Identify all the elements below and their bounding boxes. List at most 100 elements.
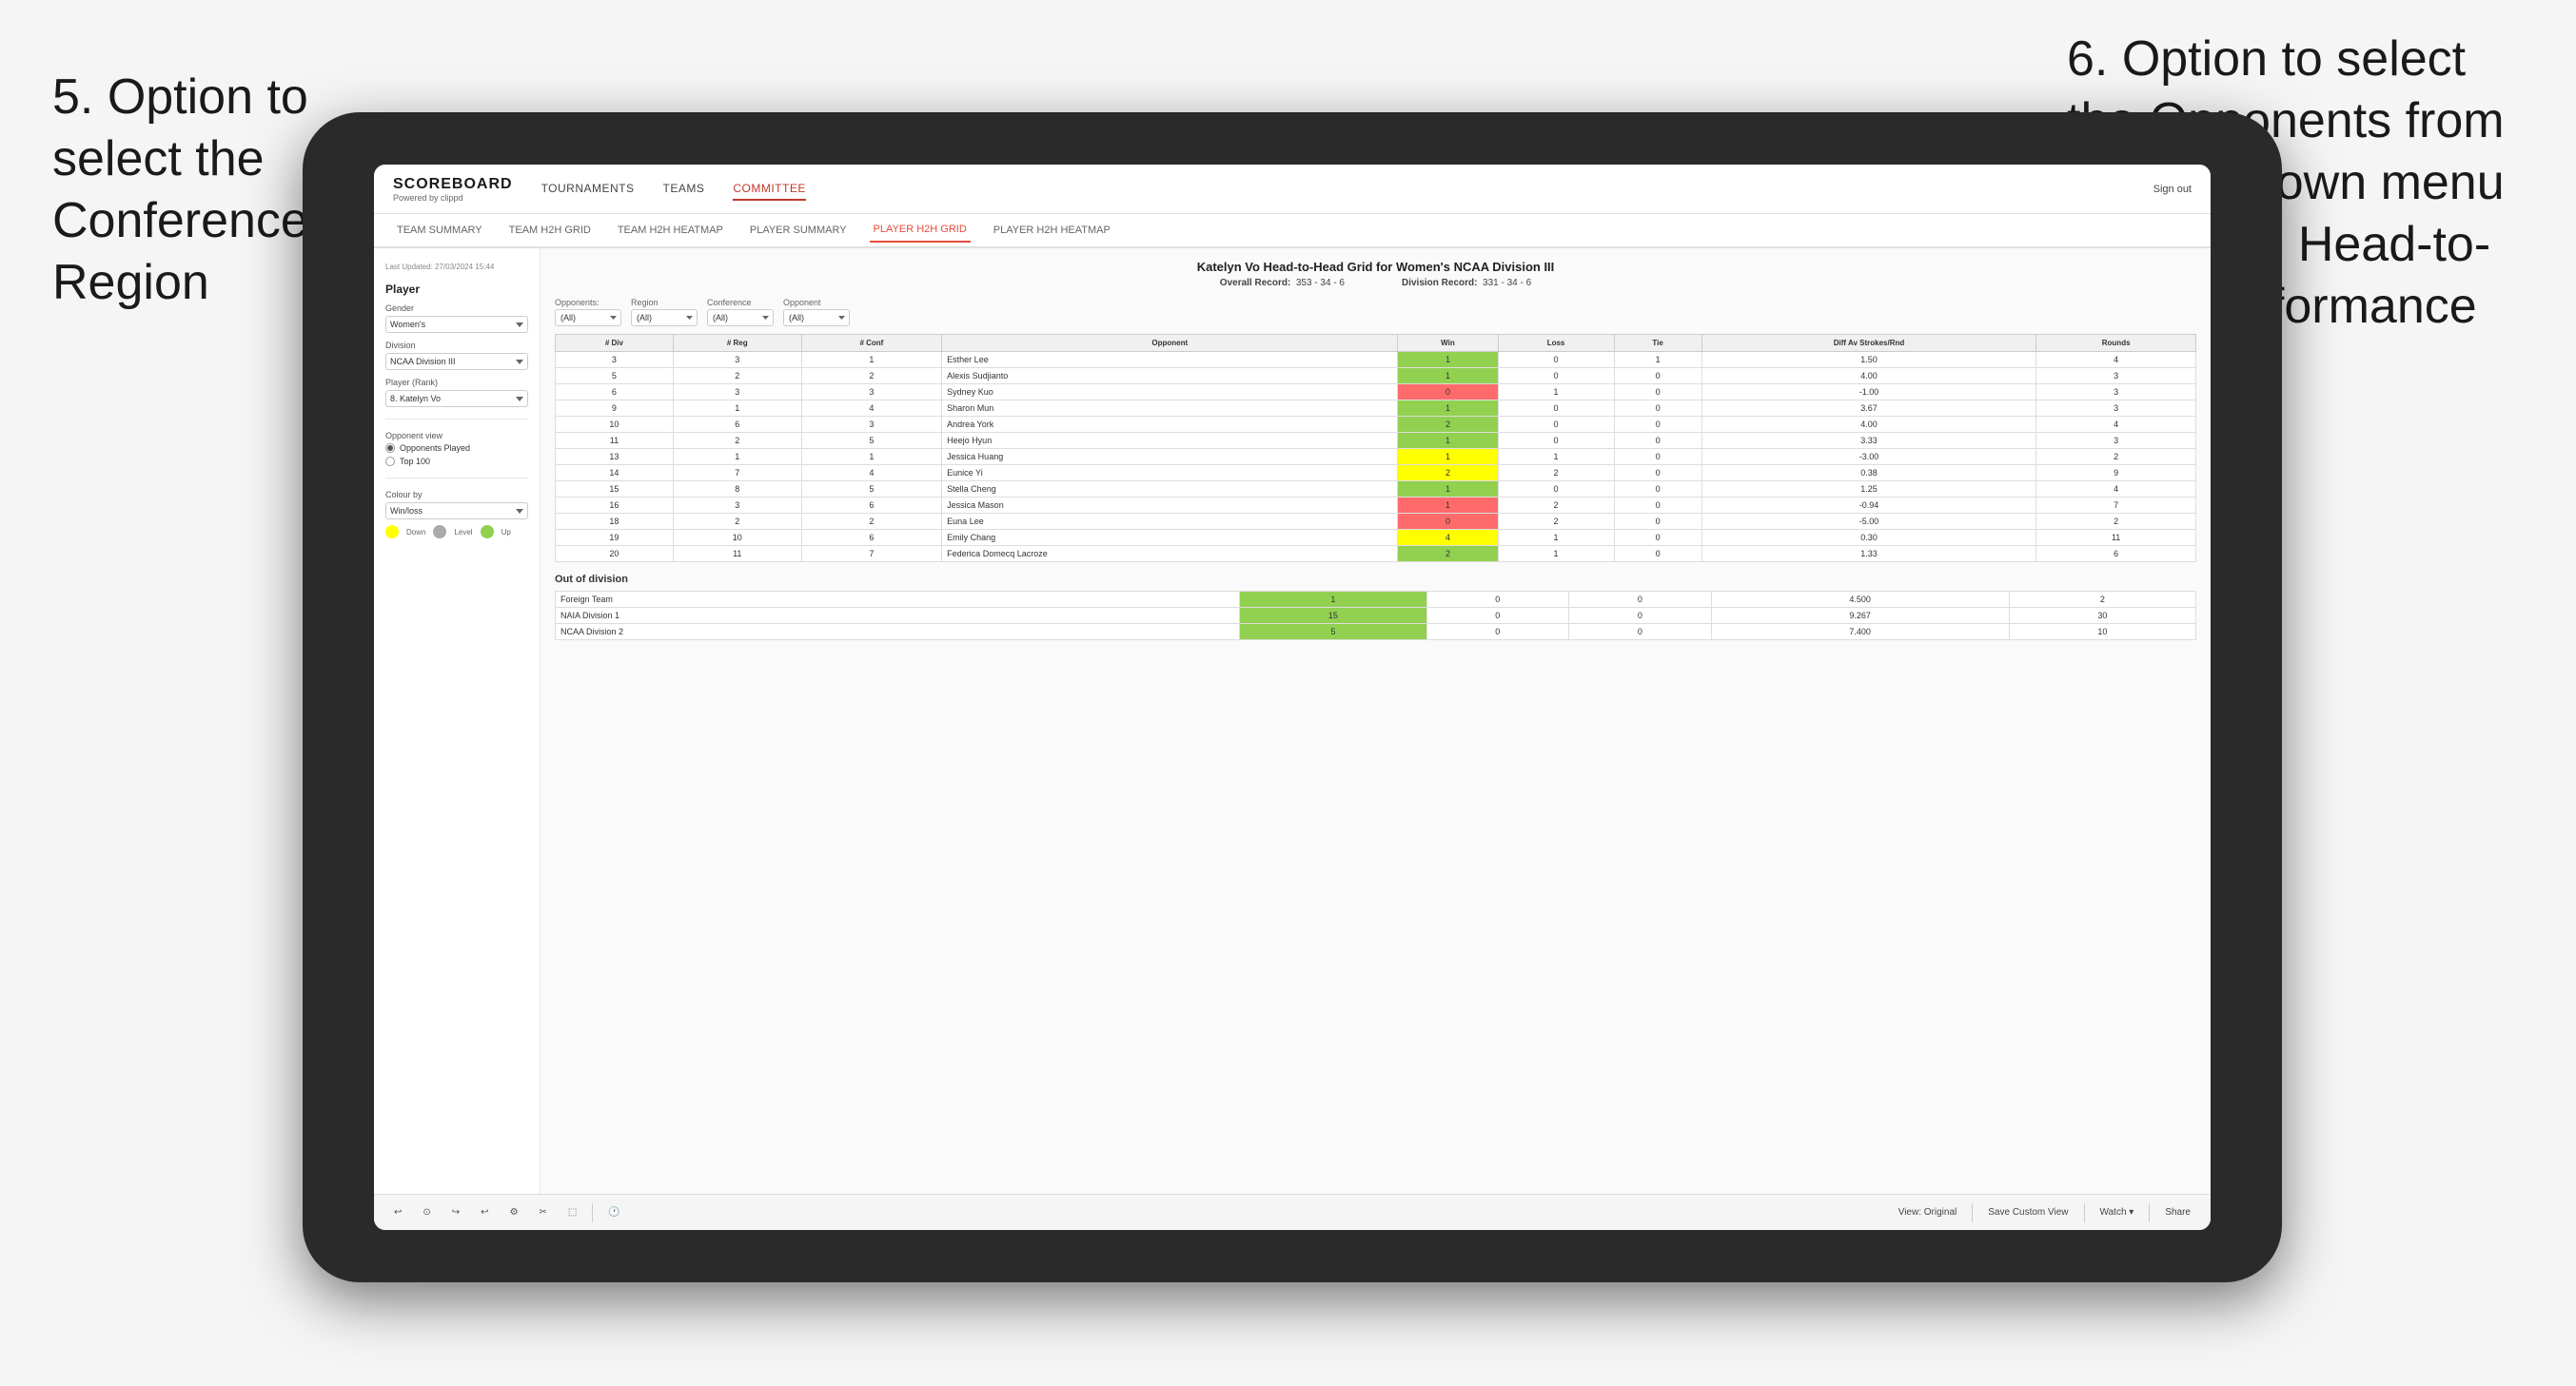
ood-loss: 0 <box>1426 592 1569 608</box>
cell-tie: 0 <box>1614 449 1701 465</box>
cell-div: 18 <box>556 514 674 530</box>
cell-name: Euna Lee <box>942 514 1398 530</box>
toolbar-view-original[interactable]: View: Original <box>1893 1204 1963 1220</box>
cell-win: 1 <box>1398 400 1498 417</box>
cell-diff: 4.00 <box>1701 368 2036 384</box>
cell-loss: 0 <box>1498 352 1614 368</box>
toolbar-undo[interactable]: ↩ <box>388 1204 407 1220</box>
cell-div: 10 <box>556 417 674 433</box>
col-tie: Tie <box>1614 335 1701 352</box>
toolbar-copy[interactable]: ⬚ <box>562 1204 582 1220</box>
toolbar-timer[interactable]: 🕐 <box>602 1204 625 1220</box>
cell-win: 4 <box>1398 530 1498 546</box>
subnav-team-summary[interactable]: TEAM SUMMARY <box>393 219 486 242</box>
toolbar-settings[interactable]: ⚙ <box>504 1204 524 1220</box>
colour-by-select[interactable]: Win/loss <box>385 502 528 519</box>
subnav-player-h2h-grid[interactable]: PLAYER H2H GRID <box>870 218 971 243</box>
top-nav: SCOREBOARD Powered by clippd TOURNAMENTS… <box>374 165 2211 214</box>
cell-div: 3 <box>556 352 674 368</box>
cell-loss: 1 <box>1498 449 1614 465</box>
main-content: Last Updated: 27/03/2024 15:44 Player Ge… <box>374 248 2211 1194</box>
cell-reg: 11 <box>673 546 801 562</box>
cell-rounds: 3 <box>2036 433 2196 449</box>
cell-win: 1 <box>1398 449 1498 465</box>
table-row: 14 7 4 Eunice Yi 2 2 0 0.38 9 <box>556 465 2196 481</box>
top100-radio[interactable] <box>385 457 395 466</box>
nav-sign-out[interactable]: Sign out <box>2153 184 2192 195</box>
top100-label: Top 100 <box>400 457 430 466</box>
cell-rounds: 3 <box>2036 384 2196 400</box>
table-row: 18 2 2 Euna Lee 0 2 0 -5.00 2 <box>556 514 2196 530</box>
cell-tie: 0 <box>1614 530 1701 546</box>
cell-rounds: 11 <box>2036 530 2196 546</box>
table-row: 19 10 6 Emily Chang 4 1 0 0.30 11 <box>556 530 2196 546</box>
cell-loss: 0 <box>1498 417 1614 433</box>
logo-text: SCOREBOARD <box>393 176 513 193</box>
cell-div: 20 <box>556 546 674 562</box>
toolbar-reset[interactable]: ↩ <box>475 1204 494 1220</box>
ood-rounds: 30 <box>2009 608 2195 624</box>
toolbar-cut[interactable]: ✂ <box>534 1204 553 1220</box>
cell-win: 1 <box>1398 352 1498 368</box>
toolbar-share[interactable]: Share <box>2159 1204 2196 1220</box>
main-data-table: # Div # Reg # Conf Opponent Win Loss Tie… <box>555 334 2196 562</box>
opponent-view-label: Opponent view <box>385 431 528 440</box>
cell-tie: 0 <box>1614 546 1701 562</box>
ood-tie: 0 <box>1569 624 1712 640</box>
ood-rounds: 2 <box>2009 592 2195 608</box>
cell-conf: 5 <box>801 433 942 449</box>
division-select[interactable]: NCAA Division III <box>385 353 528 370</box>
toolbar-redo[interactable]: ↪ <box>446 1204 465 1220</box>
cell-rounds: 3 <box>2036 368 2196 384</box>
cell-win: 0 <box>1398 384 1498 400</box>
region-select[interactable]: (All) <box>631 309 698 326</box>
colour-level-label: Level <box>454 528 472 537</box>
nav-committee[interactable]: COMMITTEE <box>733 178 806 201</box>
toolbar-separator1[interactable]: ⊙ <box>417 1204 436 1220</box>
subnav-team-h2h-heatmap[interactable]: TEAM H2H HEATMAP <box>614 219 727 242</box>
col-conf: # Conf <box>801 335 942 352</box>
cell-tie: 0 <box>1614 400 1701 417</box>
opponents-select[interactable]: (All) <box>555 309 621 326</box>
cell-name: Stella Cheng <box>942 481 1398 498</box>
opponent-played-option[interactable]: Opponents Played <box>385 443 528 453</box>
tablet-device: SCOREBOARD Powered by clippd TOURNAMENTS… <box>303 112 2282 1282</box>
cell-rounds: 9 <box>2036 465 2196 481</box>
cell-rounds: 2 <box>2036 449 2196 465</box>
player-rank-select[interactable]: 8. Katelyn Vo <box>385 390 528 407</box>
conference-filter-group: Conference (All) <box>707 298 774 326</box>
conference-filter-label: Conference <box>707 298 774 307</box>
subnav-player-summary[interactable]: PLAYER SUMMARY <box>746 219 851 242</box>
cell-win: 2 <box>1398 465 1498 481</box>
top100-option[interactable]: Top 100 <box>385 457 528 466</box>
cell-div: 6 <box>556 384 674 400</box>
cell-tie: 0 <box>1614 368 1701 384</box>
cell-name: Sharon Mun <box>942 400 1398 417</box>
subnav-player-h2h-heatmap[interactable]: PLAYER H2H HEATMAP <box>990 219 1114 242</box>
cell-win: 0 <box>1398 514 1498 530</box>
cell-loss: 1 <box>1498 530 1614 546</box>
sidebar-player-title: Player <box>385 283 528 296</box>
subnav-team-h2h-grid[interactable]: TEAM H2H GRID <box>505 219 595 242</box>
ood-win: 5 <box>1240 624 1426 640</box>
cell-conf: 4 <box>801 400 942 417</box>
region-filter-label: Region <box>631 298 698 307</box>
cell-div: 5 <box>556 368 674 384</box>
out-of-division-table: Foreign Team 1 0 0 4.500 2 NAIA Division… <box>555 591 2196 640</box>
cell-conf: 6 <box>801 498 942 514</box>
toolbar-save-custom[interactable]: Save Custom View <box>1982 1204 2074 1220</box>
nav-teams[interactable]: TEAMS <box>663 178 705 201</box>
cell-diff: -5.00 <box>1701 514 2036 530</box>
opponent-select[interactable]: (All) <box>783 309 850 326</box>
gender-select[interactable]: Women's <box>385 316 528 333</box>
cell-diff: 3.33 <box>1701 433 2036 449</box>
cell-conf: 7 <box>801 546 942 562</box>
col-diff: Diff Av Strokes/Rnd <box>1701 335 2036 352</box>
cell-rounds: 7 <box>2036 498 2196 514</box>
toolbar-watch[interactable]: Watch ▾ <box>2094 1204 2140 1220</box>
cell-win: 1 <box>1398 481 1498 498</box>
ood-loss: 0 <box>1426 624 1569 640</box>
nav-tournaments[interactable]: TOURNAMENTS <box>541 178 635 201</box>
opponent-played-radio[interactable] <box>385 443 395 453</box>
conference-select[interactable]: (All) <box>707 309 774 326</box>
